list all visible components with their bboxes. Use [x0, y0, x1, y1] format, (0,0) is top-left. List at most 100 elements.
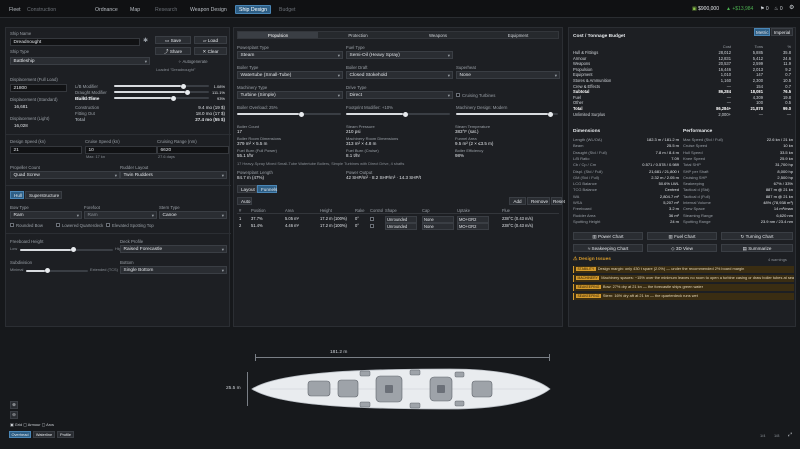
- tab-weapons[interactable]: Weapons: [398, 32, 478, 38]
- drive-select[interactable]: Direct: [346, 91, 453, 99]
- turning-chart-button[interactable]: ↻ Turning Chart: [721, 232, 793, 240]
- metric-toggle[interactable]: Metric: [754, 28, 770, 36]
- disp-full-input[interactable]: 21800: [10, 84, 67, 92]
- notifications-counter[interactable]: ♨ 0: [774, 6, 783, 12]
- modifier-slider[interactable]: [114, 95, 209, 101]
- machinery-select[interactable]: Turbine (Simple): [237, 91, 343, 99]
- superheat-select[interactable]: None: [456, 71, 560, 79]
- zoom-out-icon[interactable]: ⊖: [10, 411, 18, 419]
- grid-toggle[interactable]: ▣ Grid: [10, 422, 22, 427]
- powerplant-select[interactable]: Steam: [237, 51, 343, 59]
- subdivision-slider[interactable]: [26, 268, 88, 273]
- funnel-cell[interactable]: MO+GR2: [457, 223, 489, 231]
- load-button[interactable]: ▱ Load: [194, 36, 227, 44]
- rounded-bow-checkbox[interactable]: [10, 223, 14, 227]
- tab-budget[interactable]: Budget: [276, 5, 298, 14]
- fuel-select[interactable]: Semi-Oil (Heavy Spray): [346, 51, 453, 59]
- ship-type-select[interactable]: Battleship: [10, 57, 150, 65]
- table-row[interactable]: 1 37.7% 5.05 m² 17.2 m (100%) 0° Unrounded Non…: [237, 216, 559, 224]
- funnel-control-checkbox[interactable]: [370, 223, 374, 228]
- arcs-toggle[interactable]: ▢ Arcs: [42, 422, 54, 427]
- lowered-quarterdeck-checkbox[interactable]: [56, 223, 60, 227]
- bottom-select[interactable]: Single Bottom: [120, 266, 227, 274]
- fuel-chart-button[interactable]: ▥ Fuel Chart: [647, 232, 717, 240]
- imperial-toggle[interactable]: Imperial: [771, 28, 793, 36]
- footprint-slider[interactable]: [346, 111, 450, 117]
- tab-protection[interactable]: Protection: [318, 32, 398, 38]
- funnel-control-checkbox[interactable]: [370, 216, 374, 221]
- view-waterline[interactable]: Waterline: [33, 431, 55, 438]
- fullscreen-icon[interactable]: ⤢: [788, 432, 792, 438]
- boiler-overload-knob[interactable]: [299, 111, 305, 117]
- table-row[interactable]: 2 51.4% 4.46 m² 17.2 m (100%) 0° Unrounded Non…: [237, 223, 559, 231]
- tab-fleet[interactable]: Fleet: [6, 5, 24, 14]
- auto-button[interactable]: Auto: [237, 197, 252, 205]
- summarize-button[interactable]: ▤ Summarize: [721, 244, 793, 252]
- disp-light-label: Displacement (Light): [10, 116, 50, 121]
- 3d-view-button[interactable]: ◇ 3D View: [647, 244, 717, 252]
- freeboard-slider-knob[interactable]: [71, 247, 77, 252]
- funnel-cell[interactable]: Unrounded: [385, 223, 417, 231]
- clear-button[interactable]: ✕ Clear: [194, 47, 227, 55]
- view-profile[interactable]: Profile: [57, 431, 74, 438]
- reset-funnels-button[interactable]: Reset: [551, 197, 565, 205]
- remove-funnel-button[interactable]: Remove: [527, 197, 550, 205]
- zoom-in-icon[interactable]: ⊕: [10, 401, 18, 409]
- autogenerate-button[interactable]: ✧ Autogenerate: [178, 59, 208, 64]
- issue-item[interactable]: MACHINERY Machinery spaces: ~15% over the…: [573, 275, 794, 282]
- settings-gear-icon[interactable]: ⚙: [789, 5, 794, 13]
- funnel-cell[interactable]: None: [422, 223, 454, 231]
- rudder-select[interactable]: Twin Rudders: [120, 171, 227, 179]
- tab-research[interactable]: Research: [152, 5, 180, 14]
- share-button[interactable]: ⤴ Share: [155, 47, 191, 55]
- alerts-counter[interactable]: ⚑ 0: [760, 6, 769, 12]
- view-overhead[interactable]: Overhead: [9, 431, 31, 438]
- subdivision-slider-knob[interactable]: [44, 268, 50, 273]
- tab-superstructure[interactable]: Superstructure: [25, 191, 62, 199]
- issue-item[interactable]: STABILITY Design margin: only 430 t spare…: [573, 266, 794, 273]
- bow-type-select[interactable]: Ram: [10, 211, 82, 219]
- tab-ordnance[interactable]: Ordnance: [92, 5, 121, 14]
- modifier-knob[interactable]: [171, 95, 176, 101]
- power-chart-button[interactable]: ▥ Power Chart: [573, 232, 643, 240]
- freeboard-slider[interactable]: [20, 247, 113, 252]
- tab-map[interactable]: Map: [127, 5, 143, 14]
- armour-toggle[interactable]: ▢ Armour: [23, 422, 40, 427]
- boiler-overload-slider[interactable]: [237, 111, 341, 117]
- cruise-range-input[interactable]: 6620: [157, 146, 229, 154]
- modifier-knob[interactable]: [185, 89, 191, 95]
- cruising-turbines-checkbox[interactable]: [456, 93, 460, 97]
- tab-construction[interactable]: Construction: [24, 5, 59, 14]
- footprint-knob[interactable]: [403, 111, 409, 117]
- star-icon[interactable]: ✱: [143, 38, 148, 46]
- tab-hull[interactable]: Hull: [10, 191, 24, 199]
- kv-row: Total SHP 31,700 hp: [683, 162, 793, 168]
- boiler-draft-select[interactable]: Closed Stokehold: [346, 71, 453, 79]
- design-speed-input[interactable]: 21: [10, 146, 82, 154]
- deck-profile-select[interactable]: Raised Forecastle: [120, 245, 227, 253]
- issue-item[interactable]: SEAKEEPING Stern: 16% dry aft at 21 kn — …: [573, 293, 794, 300]
- machinery-design-knob[interactable]: [547, 111, 553, 117]
- issue-item[interactable]: SEAKEEPING Bow: 27% dry at 21 kn — the fo…: [573, 284, 794, 291]
- tab-funnels[interactable]: Funnels: [257, 185, 277, 193]
- tab-weapon-design[interactable]: Weapon Design: [187, 5, 230, 14]
- forefoot-select[interactable]: Ram: [84, 211, 157, 219]
- tab-equipment[interactable]: Equipment: [478, 32, 558, 38]
- tab-layout[interactable]: Layout: [237, 185, 257, 193]
- boiler-type-select[interactable]: Watertube (Small-Tube): [237, 71, 343, 79]
- seakeeping-chart-button[interactable]: ≈ Seakeeping Chart: [573, 244, 643, 252]
- machinery-design-slider[interactable]: [456, 111, 558, 117]
- tab-propulsion[interactable]: Propulsion: [238, 32, 318, 38]
- add-funnel-button[interactable]: Add: [509, 197, 526, 205]
- propeller-select[interactable]: Quad Screw: [10, 171, 120, 179]
- kv-value: 2,804.7 m²: [659, 193, 679, 199]
- elevated-spotting-top-checkbox[interactable]: [106, 223, 110, 227]
- stern-type-select[interactable]: Canoe: [159, 211, 227, 219]
- modifier-slider[interactable]: [114, 83, 209, 89]
- cruise-speed-input[interactable]: 10: [85, 146, 157, 154]
- ship-name-input[interactable]: Dreadnought: [10, 38, 140, 46]
- tab-ship-design[interactable]: Ship Design: [235, 4, 271, 14]
- modifier-knob[interactable]: [180, 83, 186, 89]
- save-button[interactable]: ▭ Save: [155, 36, 191, 44]
- modifier-slider[interactable]: [114, 89, 209, 95]
